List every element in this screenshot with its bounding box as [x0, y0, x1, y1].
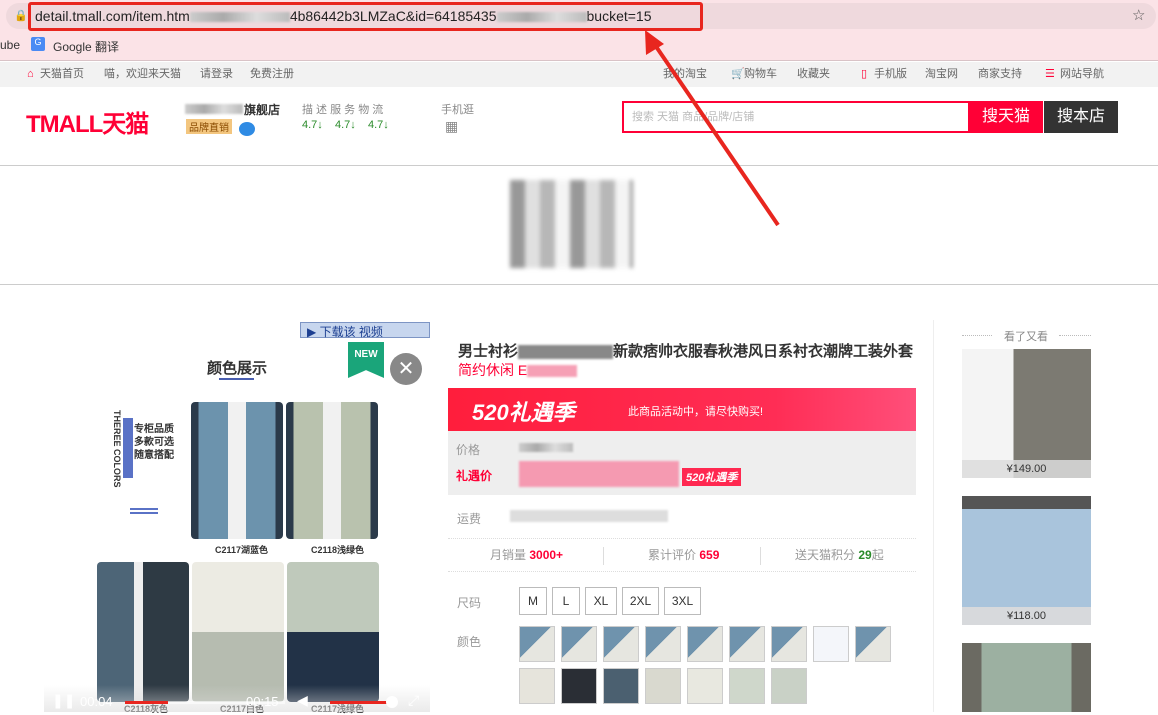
annotation-arrow — [0, 0, 1158, 712]
arrow-shaft — [655, 45, 778, 225]
